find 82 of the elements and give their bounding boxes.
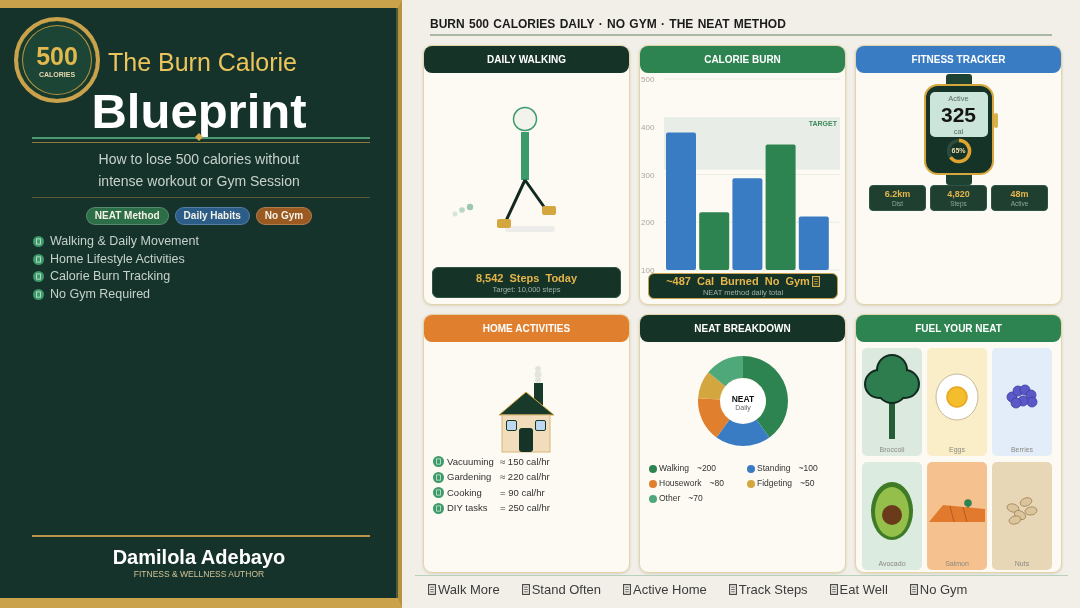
glyph-box-icon <box>428 584 436 595</box>
activity-name: DIY tasks <box>447 502 489 515</box>
activity-name: Cooking <box>447 486 483 499</box>
bullet-icon <box>33 271 44 283</box>
legend-label: Standing <box>757 463 791 474</box>
tip-label: No Gym <box>919 582 968 597</box>
page-heading: BURN 500 CALORIES DAILY · NO GYM · THE NEAT METHOD <box>430 17 786 32</box>
tip-label: Active Home <box>633 582 707 597</box>
card-header: FUEL YOUR NEAT <box>856 315 1061 342</box>
bullet-icon <box>33 236 44 248</box>
glyph-box-icon <box>623 584 632 595</box>
activity-rate: ≈ 220 cal/hr <box>500 471 551 484</box>
axis-tick-label: 500 <box>641 75 655 84</box>
tag: Daily Habits <box>174 207 250 225</box>
progress-ring <box>945 138 972 164</box>
glyph-box-icon <box>811 276 820 287</box>
steps-today: 8,542 Steps Today <box>475 271 578 285</box>
subtitle: How to lose 500 calories without intense workout or Gym Session <box>97 150 301 191</box>
donut-center-title: NEAT <box>731 394 754 404</box>
legend-value: ~100 <box>798 463 818 474</box>
bullet-icon <box>433 456 444 468</box>
stat-value: 48m <box>1010 188 1029 200</box>
glyph-box-icon <box>728 584 737 595</box>
book-title: The Burn Calorie <box>108 47 298 77</box>
axis-tick-label: 200 <box>641 218 655 228</box>
legend-value: ~50 <box>799 478 815 489</box>
book-headline: Blueprint <box>91 83 307 137</box>
tip-label: Stand Often <box>531 582 602 597</box>
card-header: DAILY WALKING <box>424 46 629 73</box>
tag: No Gym <box>255 207 313 225</box>
feature-item: Calorie Burn Tracking <box>50 269 171 285</box>
badge-value: 500 <box>36 41 78 70</box>
axis-tick-label: 400 <box>641 122 655 132</box>
tree-icon <box>864 354 920 439</box>
feature-item: Walking & Daily Movement <box>50 234 199 250</box>
author-name: Damilola Adebayo <box>112 546 286 569</box>
activity-rate: = 90 cal/hr <box>500 486 546 499</box>
axis-tick-label: 300 <box>641 170 655 180</box>
legend-value: ~200 <box>696 463 717 474</box>
stat-value: 4,820 <box>947 188 970 200</box>
activity-rate: = 250 cal/hr <box>500 502 551 515</box>
glyph-box-icon <box>829 584 838 595</box>
activity-name: Vacuuming <box>447 455 495 468</box>
feature-item: Home Lifestyle Activities <box>50 251 185 267</box>
avocado-icon <box>870 480 914 541</box>
activity-rate: ≈ 150 cal/hr <box>500 455 551 468</box>
watch-strap <box>945 74 972 84</box>
berries-icon <box>1006 384 1038 409</box>
tip-label: Walk More <box>438 582 500 597</box>
salmon-icon <box>929 498 985 523</box>
author-role: FITNESS & WELLNESS AUTHOR <box>133 569 265 580</box>
card-header: NEAT BREAKDOWN <box>640 315 845 342</box>
watch-side-knob <box>993 113 998 128</box>
house-icon <box>498 365 555 453</box>
stat-value: 6.2km <box>884 188 911 200</box>
glyph-box-icon <box>909 584 918 595</box>
tip-label: Track Steps <box>738 582 808 597</box>
legend-value: ~80 <box>709 478 724 489</box>
bullet-icon <box>433 471 444 483</box>
legend-label: Housework <box>659 478 702 489</box>
bullet-icon <box>33 288 44 300</box>
bullet-icon <box>433 502 444 514</box>
bullet-icon <box>33 253 44 265</box>
feature-item: No Gym Required <box>50 286 151 302</box>
bullet-icon <box>433 487 444 499</box>
card-header: HOME ACTIVITIES <box>424 315 629 342</box>
legend-label: Walking <box>659 463 689 474</box>
legend-value: ~70 <box>688 493 703 504</box>
activity-name: Gardening <box>447 471 493 484</box>
card-header: FITNESS TRACKER <box>856 46 1061 73</box>
donut-center <box>720 379 765 423</box>
tip-label: Eat Well <box>839 582 888 597</box>
legend-label: Fidgeting <box>757 478 792 489</box>
egg-icon <box>935 372 979 421</box>
legend-label: Other <box>659 493 681 504</box>
tag: NEAT Method <box>85 207 169 225</box>
nuts-icon <box>1004 495 1040 526</box>
glyph-box-icon <box>521 584 530 595</box>
card-header: CALORIE BURN <box>640 46 845 73</box>
calorie-summary: ~487 Cal Burned No Gym <box>666 275 810 288</box>
axis-tick-label: 100 <box>641 266 655 273</box>
calorie-value: 325 <box>940 102 976 127</box>
